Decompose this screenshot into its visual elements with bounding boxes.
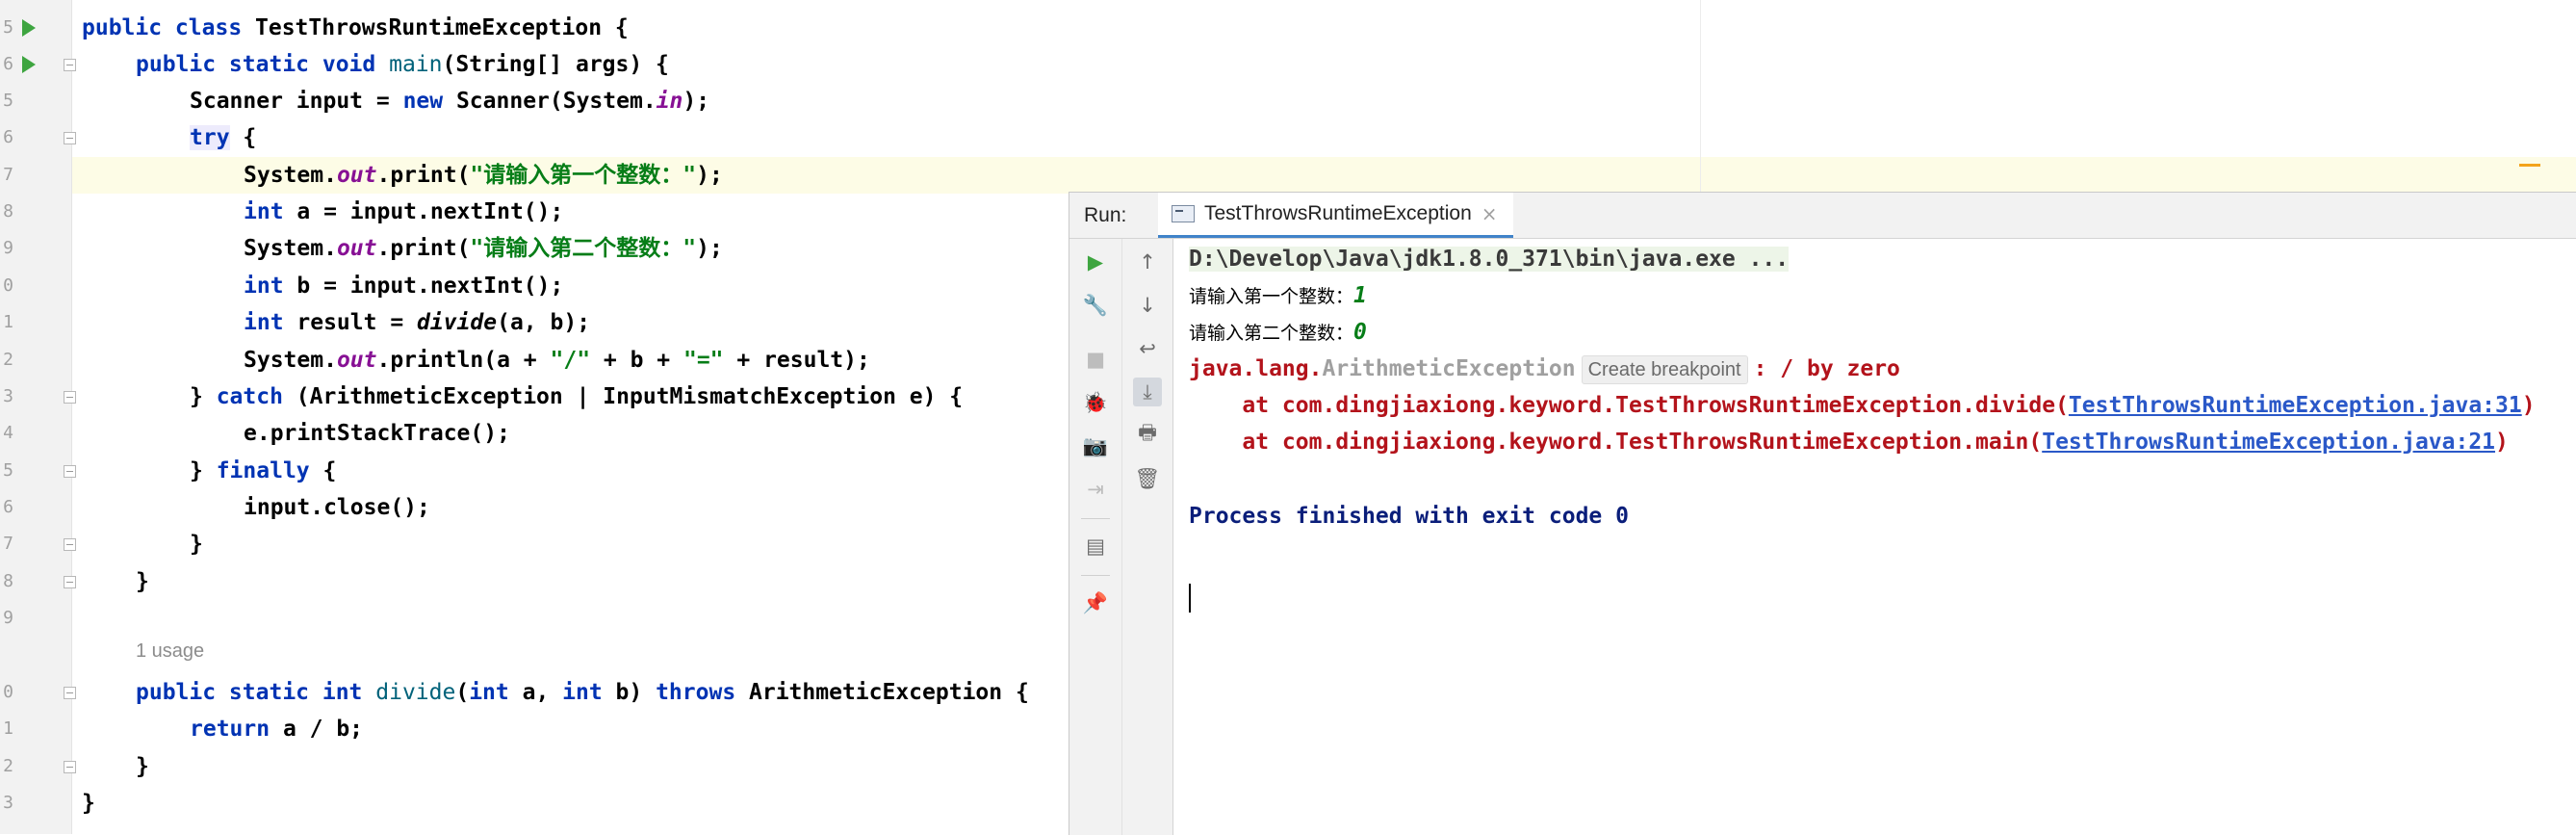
fold-marker[interactable] (64, 538, 76, 551)
layout-icon[interactable]: ▤ (1081, 532, 1110, 561)
code-line: public static void main(String[] args) { (136, 52, 669, 77)
fold-marker[interactable] (64, 576, 76, 588)
run-toolbar-primary: ▶ 🔧 ■ 🐞 📷 ⇥ ▤ 📌 (1069, 239, 1122, 835)
code-line: int b = input.nextInt(); (244, 274, 564, 299)
line-number: 5 (3, 17, 13, 38)
rerun-icon[interactable]: ▶ (1081, 248, 1110, 276)
code-line: } catch (ArithmeticException | InputMism… (190, 384, 964, 409)
console-line: 请输入第一个整数：1 (1189, 283, 1367, 308)
line-number: 3 (3, 793, 13, 813)
run-header: Run: TestThrowsRuntimeException × (1069, 193, 2576, 239)
line-number: 8 (3, 571, 13, 591)
trash-icon[interactable]: 🗑 (1133, 464, 1162, 493)
run-tab[interactable]: TestThrowsRuntimeException × (1158, 193, 1513, 238)
line-number: 8 (3, 201, 13, 222)
stop-icon[interactable]: ■ (1081, 345, 1110, 374)
fold-marker[interactable] (64, 465, 76, 478)
fold-marker[interactable] (64, 687, 76, 699)
camera-icon[interactable]: 📷 (1081, 431, 1110, 460)
stack-trace-link[interactable]: TestThrowsRuntimeException.java:21 (2042, 430, 2495, 455)
run-tool-window[interactable]: Run: TestThrowsRuntimeException × ▶ 🔧 ■ … (1069, 192, 2576, 835)
fold-marker[interactable] (64, 761, 76, 773)
fold-marker[interactable] (64, 59, 76, 71)
stack-trace-line: at com.dingjiaxiong.keyword.TestThrowsRu… (1189, 430, 2509, 455)
code-line: System.out.print("请输入第一个整数："); (244, 163, 723, 188)
down-arrow-icon[interactable]: ↓ (1133, 291, 1162, 320)
run-class-icon[interactable] (22, 19, 36, 37)
code-line: } (136, 754, 149, 779)
code-line: return a / b; (190, 717, 364, 742)
print-icon[interactable]: 🖶 (1133, 421, 1162, 450)
code-line: Scanner input = new Scanner(System.in); (190, 89, 710, 114)
line-number: 7 (3, 534, 13, 554)
code-line: try { (190, 125, 257, 150)
line-number: 9 (3, 238, 13, 258)
process-finished-line: Process finished with exit code 0 (1189, 504, 1629, 529)
code-line: e.printStackTrace(); (244, 421, 510, 446)
line-number: 1 (3, 312, 13, 332)
run-main-icon[interactable] (22, 56, 36, 73)
code-line: } finally { (190, 458, 337, 483)
code-line: } (190, 532, 203, 557)
line-number: 6 (3, 127, 13, 147)
scroll-to-end-icon[interactable]: ⤓ (1133, 378, 1162, 406)
line-number: 0 (3, 275, 13, 296)
line-number: 3 (3, 386, 13, 406)
console-command-line: D:\Develop\Java\jdk1.8.0_371\bin\java.ex… (1189, 247, 1790, 272)
fold-marker[interactable] (64, 132, 76, 144)
run-tab-label: TestThrowsRuntimeException (1204, 202, 1472, 224)
line-number: 7 (3, 165, 13, 185)
exception-class-link[interactable]: ArithmeticException (1322, 356, 1575, 381)
line-number: 9 (3, 608, 13, 628)
pin-icon[interactable]: 📌 (1081, 588, 1110, 617)
code-line: public static int divide(int a, int b) t… (136, 680, 1029, 705)
stack-trace-link[interactable]: TestThrowsRuntimeException.java:31 (2069, 393, 2522, 418)
code-line: public class TestThrowsRuntimeException … (82, 15, 629, 40)
code-line: int a = input.nextInt(); (244, 199, 564, 224)
console-config-icon (1172, 205, 1195, 222)
code-line: } (82, 791, 95, 816)
toolbar-separator (1081, 518, 1110, 519)
run-toolbar-secondary: ↑ ↓ ↩ ⤓ 🖶 🗑 (1122, 239, 1173, 835)
line-number: 2 (3, 350, 13, 370)
line-number: 0 (3, 682, 13, 702)
close-icon[interactable]: × (1481, 202, 1498, 225)
line-number: 1 (3, 718, 13, 739)
warning-stripe-marker[interactable] (2519, 164, 2540, 167)
code-line: } (136, 569, 149, 594)
text-caret (1189, 584, 1191, 613)
soft-wrap-icon[interactable]: ↩ (1133, 334, 1162, 363)
wrench-icon[interactable]: 🔧 (1081, 291, 1110, 320)
console-exception-line: java.lang.ArithmeticException Create brea… (1189, 351, 1900, 387)
code-line: System.out.println(a + "/" + b + "=" + r… (244, 348, 870, 373)
line-number: 5 (3, 460, 13, 481)
create-breakpoint-button[interactable]: Create breakpoint (1581, 355, 1748, 384)
line-number: 2 (3, 756, 13, 776)
up-arrow-icon[interactable]: ↑ (1133, 248, 1162, 276)
code-line: int result = divide(a, b); (244, 310, 591, 335)
toolbar-separator (1081, 575, 1110, 576)
fold-marker[interactable] (64, 391, 76, 404)
console-line: 请输入第二个整数：0 (1189, 320, 1367, 345)
line-number: 4 (3, 423, 13, 443)
console-output[interactable]: D:\Develop\Java\jdk1.8.0_371\bin\java.ex… (1175, 239, 2576, 835)
editor-gutter[interactable]: 5 6 5 6 7 8 9 0 1 2 3 4 5 6 7 8 9 0 1 2 … (0, 0, 76, 834)
usage-hint[interactable]: 1 usage (136, 640, 204, 663)
run-label: Run: (1084, 204, 1127, 226)
debug-icon[interactable]: 🐞 (1081, 388, 1110, 417)
line-number: 6 (3, 54, 13, 74)
code-line: input.close(); (244, 495, 430, 520)
line-number: 5 (3, 91, 13, 111)
code-line: System.out.print("请输入第二个整数："); (244, 236, 723, 261)
stack-trace-line: at com.dingjiaxiong.keyword.TestThrowsRu… (1189, 393, 2536, 418)
line-number: 6 (3, 497, 13, 517)
login-icon[interactable]: ⇥ (1081, 475, 1110, 504)
